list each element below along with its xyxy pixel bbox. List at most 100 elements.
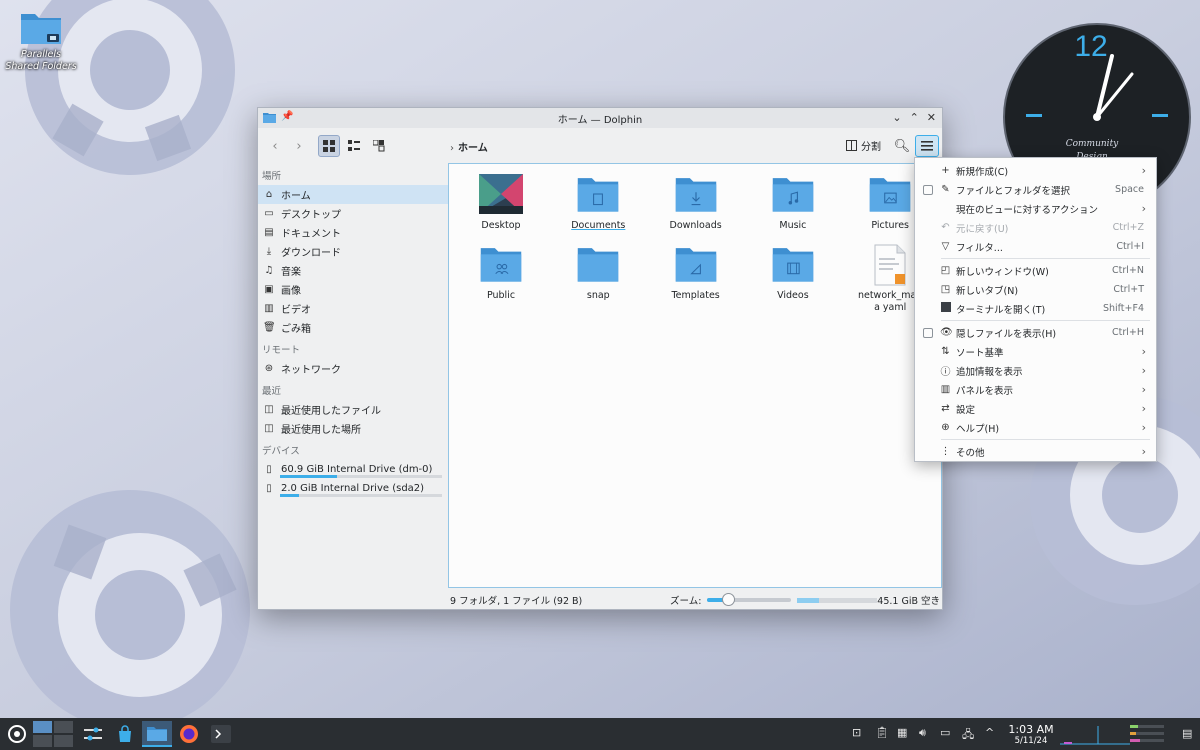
new-window-icon: ◰: [940, 265, 951, 276]
file-item-templates[interactable]: Templates: [648, 244, 744, 302]
menu-item[interactable]: ターミナルを開く(T) Shift+F4: [915, 299, 1156, 318]
tray-battery-icon[interactable]: ▭: [940, 726, 950, 739]
tray-console-icon[interactable]: ⊡: [852, 726, 861, 739]
tray-network-icon[interactable]: 🖧︎: [962, 726, 974, 745]
folder-icon: [550, 244, 646, 286]
sidebar-item[interactable]: ⊛ ネットワーク: [258, 359, 448, 378]
select-icon: ✎: [941, 184, 950, 195]
breadcrumb[interactable]: › ホーム: [450, 139, 488, 154]
menu-item-shortcut: Ctrl+T: [1113, 284, 1144, 295]
sidebar-item[interactable]: ⌂ ホーム: [258, 185, 448, 204]
menu-checkbox[interactable]: [923, 184, 933, 195]
tray-clipboard-icon[interactable]: 📋︎: [875, 726, 889, 739]
tray-volume-icon[interactable]: 🔊︎: [919, 726, 926, 740]
sidebar-item[interactable]: ◫ 最近使用した場所: [258, 419, 448, 438]
menu-item-label: 隠しファイルを表示(H): [956, 328, 1057, 340]
menu-checkbox[interactable]: [923, 327, 933, 338]
window-titlebar[interactable]: 📌 ホーム — Dolphin ⌄ ⌃ ✕: [258, 108, 942, 128]
minimize-icon[interactable]: ⌄: [892, 111, 901, 124]
menu-item[interactable]: ▽ フィルタ... Ctrl+I: [915, 237, 1156, 256]
menu-item[interactable]: ⓘ 追加情報を表示 ›: [915, 361, 1156, 380]
menu-item-shortcut: Ctrl+N: [1112, 265, 1144, 276]
sidebar-item[interactable]: ▣ 画像: [258, 280, 448, 299]
back-button[interactable]: ‹: [264, 135, 286, 157]
sidebar-item[interactable]: ▯ 60.9 GiB Internal Drive (dm-0): [258, 460, 448, 479]
file-view[interactable]: Desktop Documents Downloads Music Pictures Pu…: [448, 163, 942, 588]
memory-bars-widget[interactable]: [1130, 724, 1164, 744]
file-item-desktop[interactable]: Desktop: [453, 174, 549, 232]
sidebar-item[interactable]: ▤ ドキュメント: [258, 223, 448, 242]
task-discover[interactable]: [112, 721, 138, 747]
file-item-public[interactable]: Public: [453, 244, 549, 302]
details-view-button[interactable]: [368, 135, 390, 157]
sidebar-item[interactable]: ▭ デスクトップ: [258, 204, 448, 223]
video-icon: ▥: [264, 303, 274, 314]
sidebar-item-label: ネットワーク: [281, 365, 341, 376]
task-terminal[interactable]: [208, 721, 234, 747]
file-item-music[interactable]: Music: [745, 174, 841, 232]
search-button[interactable]: 🔍︎: [891, 135, 913, 157]
maximize-icon[interactable]: ⌃: [910, 111, 919, 124]
app-launcher-button[interactable]: [6, 721, 28, 747]
breadcrumb-home[interactable]: ホーム: [458, 143, 488, 154]
terminal-icon: [211, 725, 231, 743]
file-item-plain[interactable]: snap: [550, 244, 646, 302]
download-icon: ⤓: [266, 246, 272, 257]
menu-item[interactable]: 👁︎ 隠しファイルを表示(H) Ctrl+H: [915, 323, 1156, 342]
sidebar-item[interactable]: ⤓ ダウンロード: [258, 242, 448, 261]
chevron-left-icon: ‹: [272, 138, 278, 154]
sidebar-item[interactable]: ◫ 最近使用したファイル: [258, 400, 448, 419]
icons-view-button[interactable]: [318, 135, 340, 157]
menu-item[interactable]: ⇄ 設定 ›: [915, 399, 1156, 418]
pager-icon: [33, 721, 73, 747]
task-firefox[interactable]: [176, 721, 202, 747]
tray-device-icon[interactable]: ▦: [897, 726, 907, 739]
tray-expand-icon[interactable]: ^: [985, 726, 994, 739]
digital-clock[interactable]: 1:03 AM 5/11/24: [1003, 723, 1059, 747]
plus-icon: +: [941, 165, 950, 176]
zoom-label: ズーム:: [670, 596, 702, 607]
zoom-slider[interactable]: [707, 593, 792, 606]
split-button[interactable]: 分割: [846, 138, 881, 153]
file-item-label: Templates: [671, 290, 720, 301]
task-dolphin-active[interactable]: [142, 721, 172, 747]
menu-item[interactable]: 現在のビューに対するアクション ›: [915, 199, 1156, 218]
task-settings[interactable]: [80, 721, 106, 747]
file-item-documents[interactable]: Documents: [550, 174, 646, 232]
menu-item[interactable]: ✎ ファイルとフォルダを選択 Space: [915, 180, 1156, 199]
menu-item[interactable]: ⊕ ヘルプ(H) ›: [915, 418, 1156, 437]
sidebar-item[interactable]: ♫ 音楽: [258, 261, 448, 280]
menu-item-label: パネルを表示: [956, 385, 1014, 397]
hamburger-menu-button[interactable]: [915, 135, 939, 157]
menu-item[interactable]: ◰ 新しいウィンドウ(W) Ctrl+N: [915, 261, 1156, 280]
file-item-videos[interactable]: Videos: [745, 244, 841, 302]
status-summary: 9 フォルダ, 1 ファイル (92 B): [450, 596, 583, 607]
menu-item[interactable]: ⋮ その他 ›: [915, 442, 1156, 461]
shared-folder-icon: [21, 14, 61, 44]
clock-date: 5/11/24: [1014, 736, 1048, 746]
sidebar-item[interactable]: 🗑︎ ごみ箱: [258, 318, 448, 337]
store-bag-icon: [119, 725, 131, 742]
menu-item[interactable]: ⇅ ソート基準 ›: [915, 342, 1156, 361]
sidebar-item[interactable]: ▯ 2.0 GiB Internal Drive (sda2): [258, 479, 448, 498]
sidebar-item[interactable]: ▥ ビデオ: [258, 299, 448, 318]
file-item-downloads[interactable]: Downloads: [648, 174, 744, 232]
menu-item[interactable]: ◳ 新しいタブ(N) Ctrl+T: [915, 280, 1156, 299]
terminal-icon: [940, 302, 951, 315]
forward-button[interactable]: ›: [288, 135, 310, 157]
submenu-chevron-icon: ›: [1141, 383, 1146, 396]
cpu-graph-widget[interactable]: [1060, 722, 1130, 746]
close-icon[interactable]: ✕: [927, 111, 936, 124]
submenu-chevron-icon: ›: [1141, 364, 1146, 377]
sidebar-section-title: 場所: [262, 171, 282, 182]
menu-item-shortcut: Ctrl+I: [1116, 241, 1144, 252]
compact-view-button[interactable]: [343, 135, 365, 157]
virtual-desktop-pager[interactable]: [33, 721, 73, 747]
zoom-slider-handle[interactable]: [722, 593, 736, 606]
drive-icon: ▯: [266, 464, 272, 475]
desktop-shared-folder[interactable]: Parallels Shared Folders: [4, 8, 78, 73]
tray-extra-icon[interactable]: ▤: [1182, 727, 1192, 740]
menu-item[interactable]: + 新規作成(C) ›: [915, 161, 1156, 180]
folder-icon: [745, 174, 841, 216]
menu-item[interactable]: ▥ パネルを表示 ›: [915, 380, 1156, 399]
